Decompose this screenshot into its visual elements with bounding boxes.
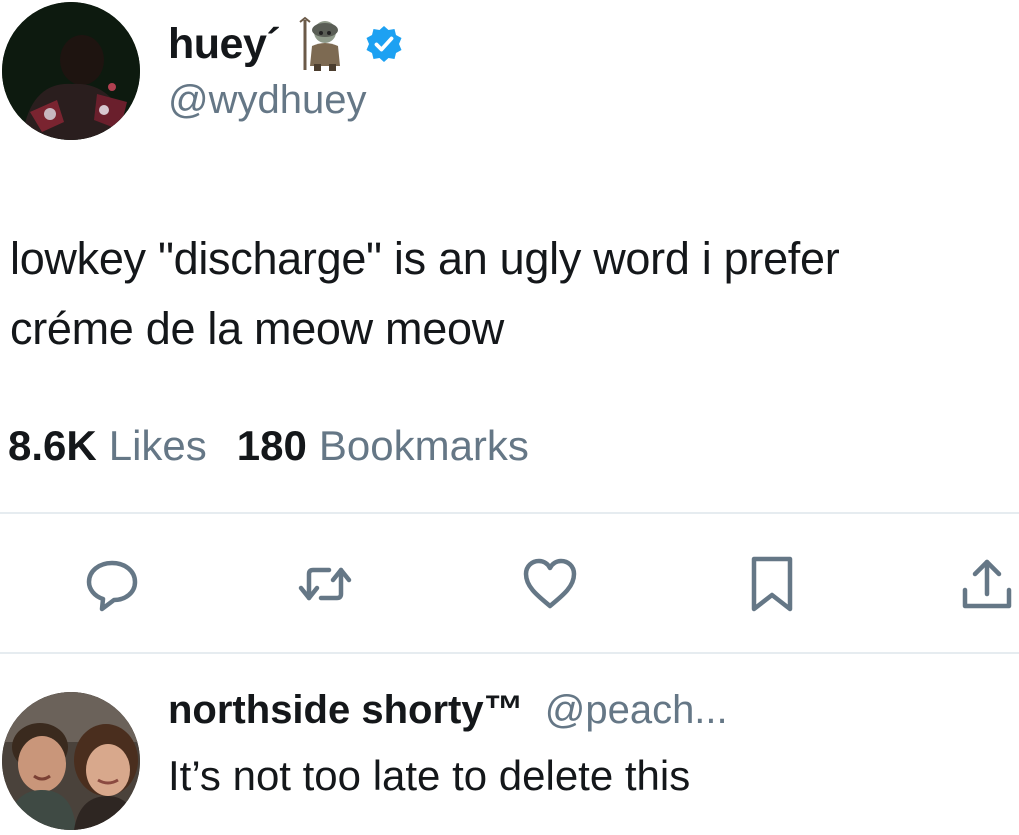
tweet-text-line: lowkey "discharge" is an ugly word i pre… (10, 233, 840, 284)
reply-body: It’s not too late to delete this (168, 752, 691, 799)
author-avatar[interactable] (2, 2, 140, 140)
retweet-button[interactable] (293, 552, 357, 616)
verified-badge-icon (364, 24, 404, 64)
display-name-row: huey´ (168, 14, 404, 74)
author-display-name[interactable]: huey´ (168, 20, 281, 69)
likes-count: 8.6K (8, 422, 97, 469)
bookmarks-label: Bookmarks (318, 422, 529, 469)
tweet-body: lowkey "discharge" is an ugly word i pre… (10, 224, 1015, 364)
reply-author-avatar[interactable] (2, 692, 140, 830)
troll-figure-emoji-icon (298, 16, 344, 72)
bookmarks-stat[interactable]: 180 Bookmarks (237, 422, 529, 470)
like-button[interactable] (518, 552, 582, 616)
speech-bubble-icon (86, 560, 138, 612)
likes-label: Likes (108, 422, 207, 469)
tweet-text-line: créme de la meow meow (10, 303, 504, 354)
bookmark-icon (751, 556, 793, 612)
tweet-action-bar (0, 540, 1019, 630)
divider (0, 652, 1019, 654)
reply-handle[interactable]: @peach... (545, 688, 728, 732)
tweet-stats: 8.6K Likes 180 Bookmarks (8, 422, 529, 470)
reply-display-name[interactable]: northside shorty™ (168, 688, 524, 732)
share-button[interactable] (955, 552, 1019, 616)
divider (0, 512, 1019, 514)
tweet-header: huey´ @wydhuey (0, 0, 1019, 160)
heart-icon (523, 558, 577, 609)
reply-header: northside shorty™ @peach... (168, 688, 728, 733)
bookmarks-count: 180 (236, 422, 307, 469)
retweet-icon (298, 567, 352, 601)
author-handle[interactable]: @wydhuey (168, 78, 366, 123)
reply-button[interactable] (80, 552, 144, 616)
share-icon (962, 559, 1012, 609)
likes-stat[interactable]: 8.6K Likes (8, 422, 207, 470)
bookmark-button[interactable] (740, 552, 804, 616)
